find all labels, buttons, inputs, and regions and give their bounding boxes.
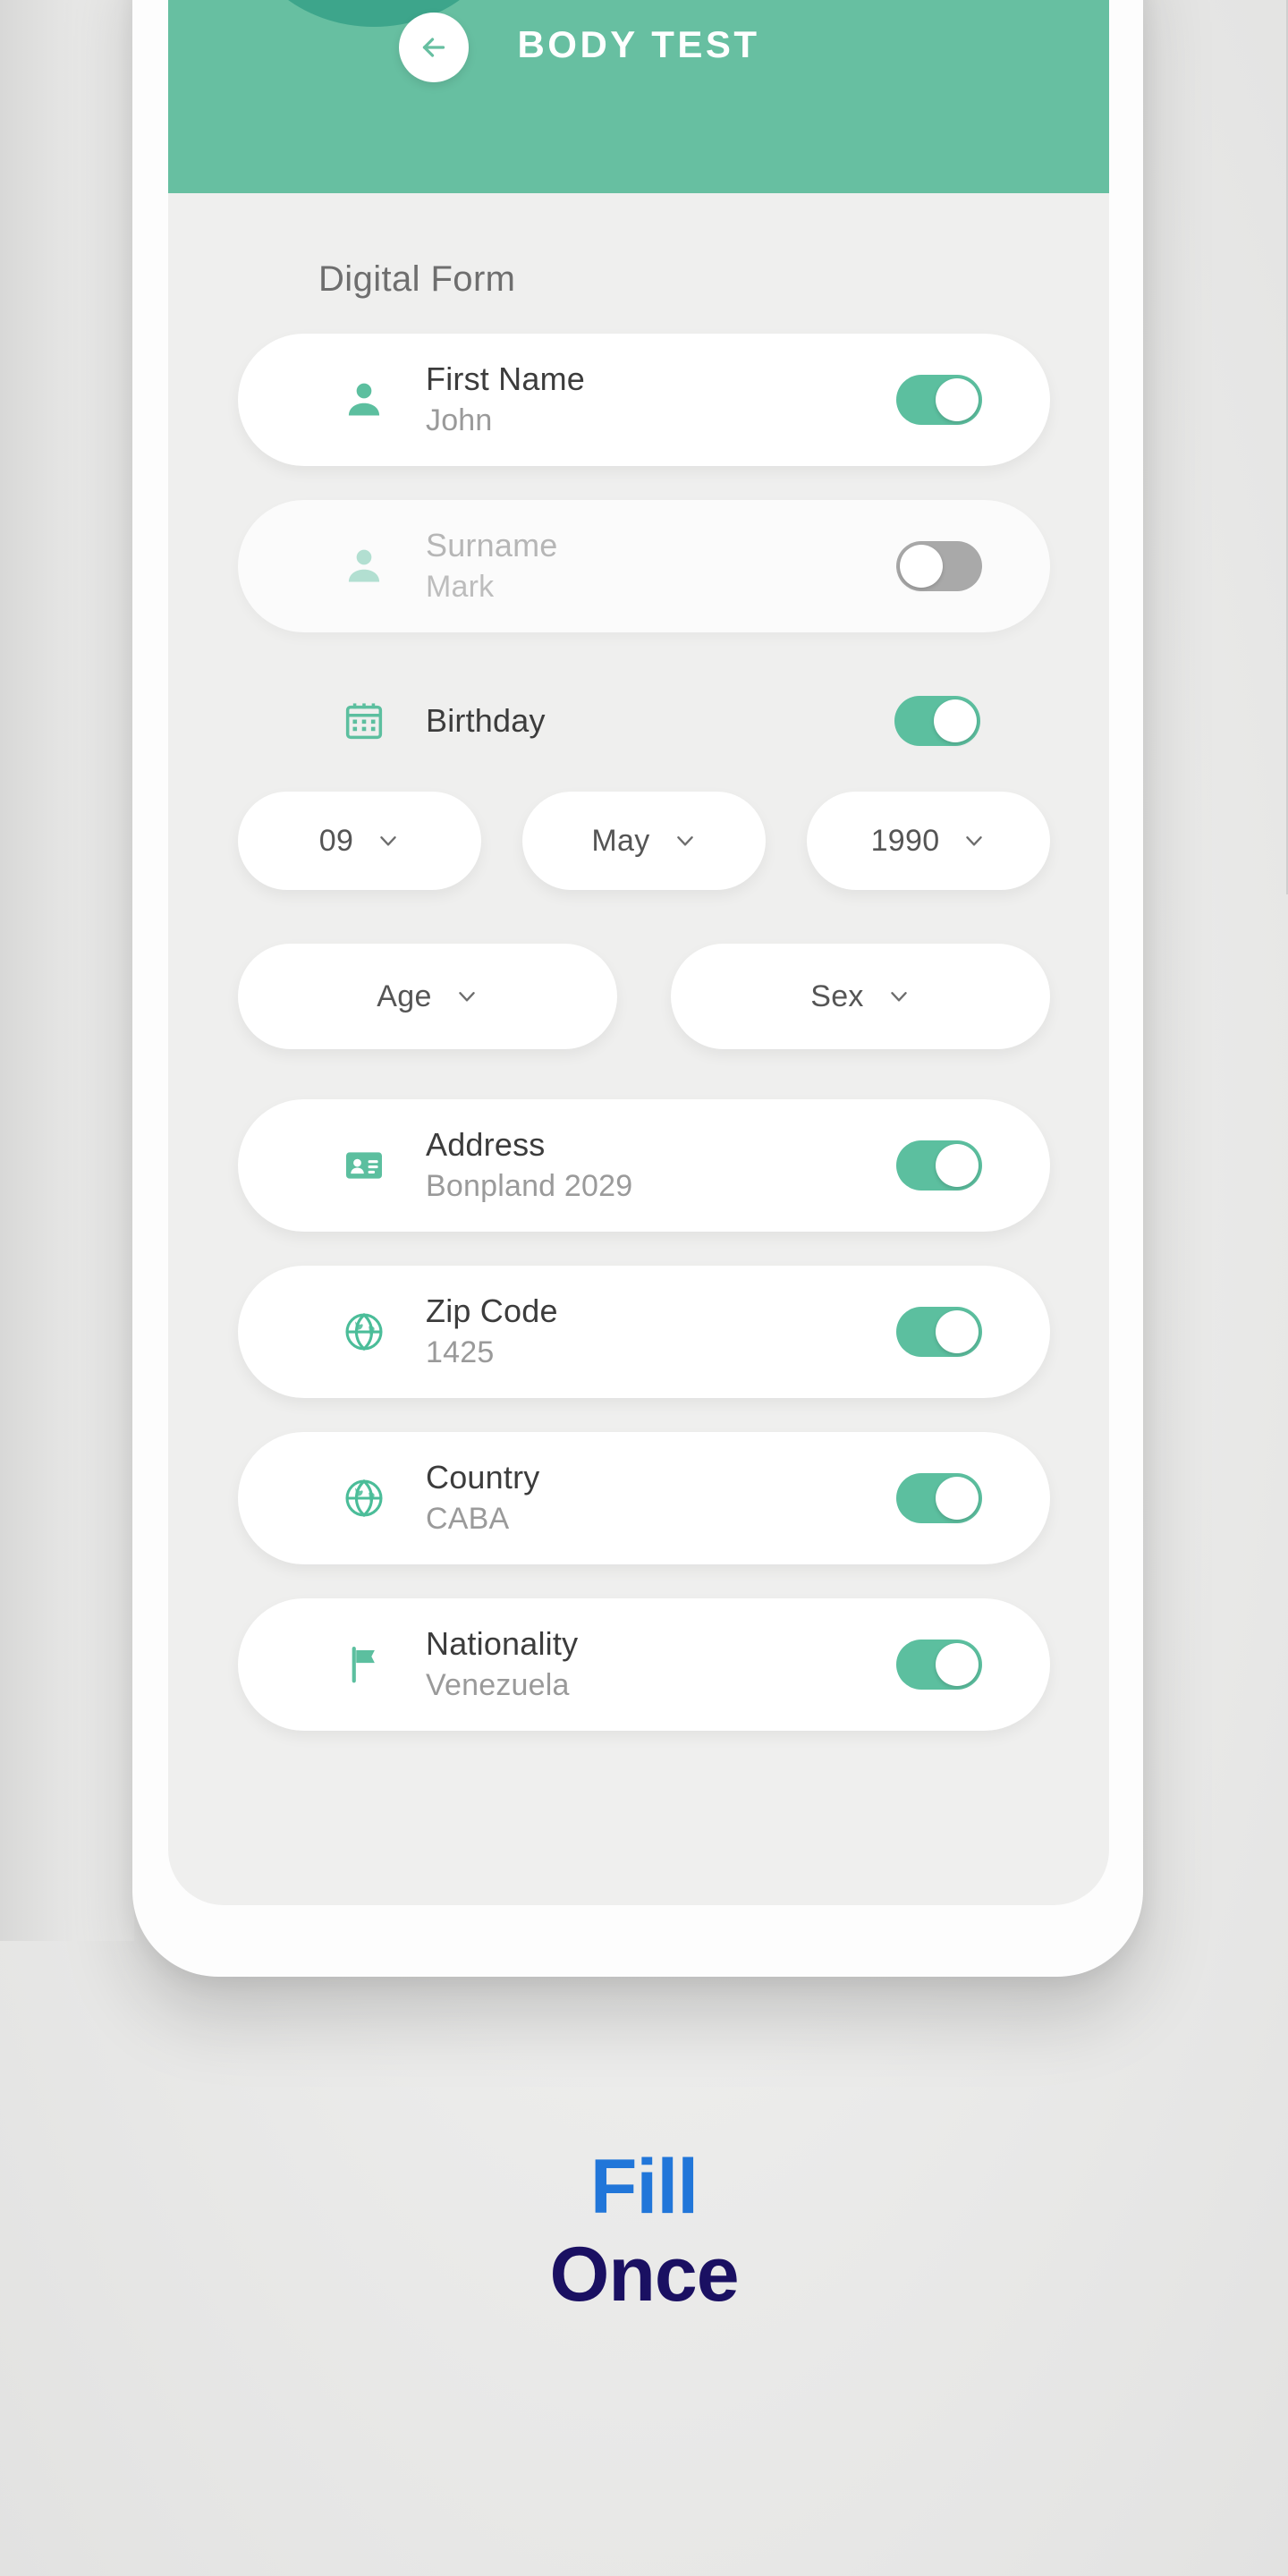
field-card-first-name[interactable]: First Name John	[238, 334, 1050, 466]
toggle-knob	[934, 699, 977, 742]
toggle-first-name[interactable]	[896, 375, 982, 425]
field-label: Country	[426, 1459, 540, 1496]
dropdown-year[interactable]: 1990	[807, 792, 1050, 890]
field-card-country[interactable]: Country CABA	[238, 1432, 1050, 1564]
toggle-knob	[936, 378, 979, 421]
globe-icon	[335, 1476, 394, 1521]
field-card-surname[interactable]: Surname Mark	[238, 500, 1050, 632]
field-value: 1425	[426, 1335, 495, 1369]
page-left-edge	[0, 0, 134, 1941]
toggle-nationality[interactable]	[896, 1640, 982, 1690]
field-value: Venezuela	[426, 1667, 570, 1702]
caption-block: Fill Once	[0, 2147, 1288, 2324]
person-icon	[335, 544, 394, 589]
toggle-address[interactable]	[896, 1140, 982, 1191]
person-icon	[335, 377, 394, 422]
field-label: First Name	[426, 360, 586, 398]
field-label: Address	[426, 1126, 546, 1164]
field-texts: Country CABA	[426, 1459, 539, 1538]
app-header: BODY TEST	[168, 0, 1109, 193]
dropdown-year-value: 1990	[870, 823, 940, 858]
chevron-down-icon	[962, 829, 986, 852]
flag-icon	[335, 1642, 394, 1687]
field-texts: Birthday	[426, 702, 546, 740]
phone-screen: BODY TEST Digital Form First Name John S…	[168, 0, 1109, 1905]
toggle-surname[interactable]	[896, 541, 982, 591]
section-title: Digital Form	[318, 259, 516, 299]
toggle-birthday[interactable]	[894, 696, 980, 746]
calendar-icon	[335, 699, 394, 743]
toggle-knob	[936, 1643, 979, 1686]
field-label: Surname	[426, 527, 558, 564]
chevron-down-icon	[887, 985, 911, 1008]
chevron-down-icon	[674, 829, 697, 852]
dropdown-day-value: 09	[318, 823, 354, 858]
chevron-down-icon	[377, 829, 400, 852]
field-texts: Address Bonpland 2029	[426, 1126, 632, 1205]
field-value: John	[426, 402, 493, 437]
toggle-country[interactable]	[896, 1473, 982, 1523]
globe-icon	[335, 1309, 394, 1354]
field-texts: Zip Code 1425	[426, 1292, 558, 1371]
field-card-zip-code[interactable]: Zip Code 1425	[238, 1266, 1050, 1398]
dropdown-age-value: Age	[377, 979, 432, 1013]
dropdown-month-value: May	[591, 823, 650, 858]
field-label: Zip Code	[426, 1292, 558, 1330]
dropdown-day[interactable]: 09	[238, 792, 481, 890]
birthday-row: Birthday	[238, 681, 1050, 761]
dropdown-month[interactable]: May	[522, 792, 766, 890]
birthday-date-selectors: 09 May 1990	[238, 792, 1050, 890]
page-title: BODY TEST	[517, 23, 760, 65]
caption-line-fill: Fill	[589, 2144, 699, 2230]
chevron-down-icon	[455, 985, 479, 1008]
field-value: Mark	[426, 569, 495, 604]
field-texts: Nationality Venezuela	[426, 1625, 578, 1704]
field-card-nationality[interactable]: Nationality Venezuela	[238, 1598, 1050, 1731]
field-texts: Surname Mark	[426, 527, 557, 606]
demographics-selectors: Age Sex	[238, 944, 1050, 1049]
form-body: Digital Form First Name John Surname Mar…	[168, 259, 1109, 1731]
toggle-knob	[900, 545, 943, 588]
toggle-knob	[936, 1477, 979, 1520]
dropdown-sex-value: Sex	[810, 979, 864, 1013]
id-card-icon	[335, 1143, 394, 1188]
dropdown-age[interactable]: Age	[238, 944, 617, 1049]
field-label: Birthday	[426, 701, 546, 739]
toggle-knob	[936, 1144, 979, 1187]
field-card-address[interactable]: Address Bonpland 2029	[238, 1099, 1050, 1232]
toggle-knob	[936, 1310, 979, 1353]
dropdown-sex[interactable]: Sex	[671, 944, 1050, 1049]
field-label: Nationality	[426, 1625, 579, 1663]
field-value: CABA	[426, 1501, 510, 1536]
caption-line-once: Once	[549, 2232, 739, 2318]
field-value: Bonpland 2029	[426, 1168, 633, 1203]
toggle-zip-code[interactable]	[896, 1307, 982, 1357]
field-texts: First Name John	[426, 360, 585, 439]
